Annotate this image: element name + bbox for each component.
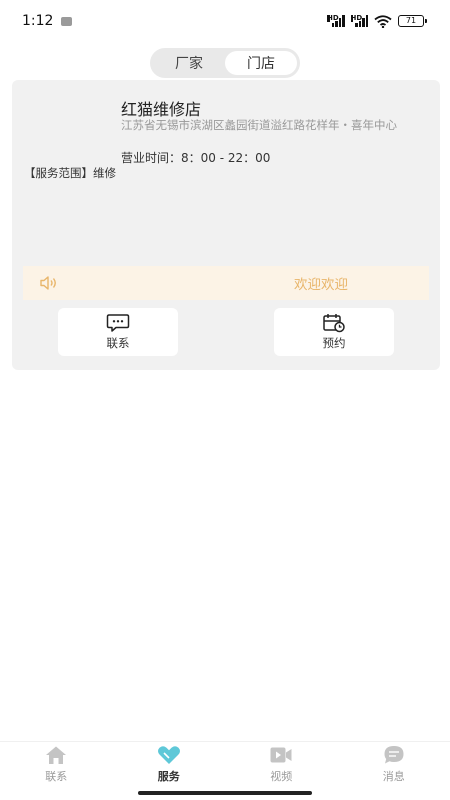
- notice-text: 欢迎欢迎: [294, 277, 348, 293]
- battery-level: 71: [405, 16, 417, 25]
- tab-label: 联系: [45, 769, 68, 783]
- tab-label: 服务: [157, 769, 180, 783]
- calendar-clock-icon: [323, 314, 345, 333]
- tab-store[interactable]: 门店: [225, 51, 297, 75]
- booking-button[interactable]: 预约: [274, 308, 394, 356]
- tab-label: 视频: [270, 769, 293, 783]
- shop-card: 红猫维修店 江苏省无锡市滨湖区蠡园街道溢红路花样年・喜年中心 营业时间：8：00…: [12, 80, 440, 370]
- segment-control: 厂家 门店: [150, 48, 300, 78]
- signal-icon: HD: [350, 15, 368, 27]
- contact-button[interactable]: 联系: [58, 308, 178, 356]
- shop-address: 江苏省无锡市滨湖区蠡园街道溢红路花样年・喜年中心: [121, 118, 397, 132]
- wifi-icon: [374, 14, 392, 28]
- tab-label: 消息: [382, 769, 405, 783]
- home-indicator[interactable]: [138, 791, 312, 795]
- home-icon: [46, 746, 67, 764]
- tab-contact[interactable]: 联系: [0, 742, 113, 786]
- chat-icon: [106, 314, 130, 332]
- service-scope: 【服务范围】维修: [24, 166, 116, 180]
- status-right: HD HD 71: [327, 14, 427, 28]
- shop-hours: 营业时间：8：00 - 22：00: [121, 151, 271, 165]
- tab-video[interactable]: 视频: [225, 742, 338, 786]
- signal-icon: HD: [327, 15, 345, 27]
- bottom-tab-bar: 联系 服务 视频 消息: [0, 741, 450, 786]
- notice-bar: 欢迎欢迎: [23, 266, 429, 300]
- tab-service[interactable]: 服务: [113, 742, 226, 786]
- video-icon: [270, 747, 292, 762]
- contact-label: 联系: [106, 336, 130, 350]
- status-left: 1:12: [22, 13, 73, 29]
- message-icon: [384, 745, 404, 763]
- tab-message[interactable]: 消息: [338, 742, 450, 786]
- battery-icon: 71: [398, 15, 427, 27]
- booking-label: 预约: [322, 336, 346, 350]
- clock: 1:12: [22, 13, 54, 29]
- status-bar: 1:12 HD HD 71: [0, 0, 450, 42]
- tab-manufacturer[interactable]: 厂家: [153, 51, 225, 75]
- notification-icon: [61, 16, 73, 26]
- heart-icon: [157, 745, 180, 764]
